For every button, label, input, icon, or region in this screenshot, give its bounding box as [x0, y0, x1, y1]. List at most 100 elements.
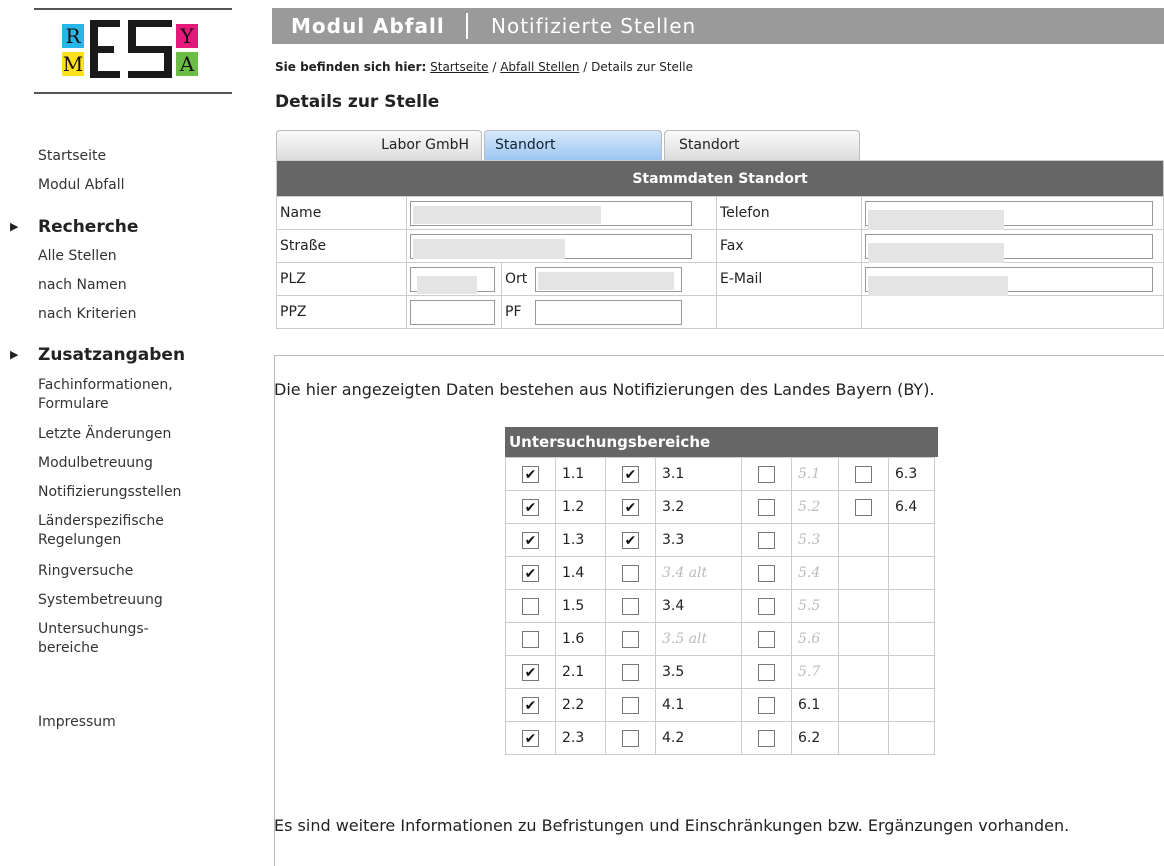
ub-checkbox[interactable]	[758, 531, 775, 549]
tab-standort[interactable]: Standort	[664, 130, 860, 160]
nav-laenderspezifische-regelungen[interactable]: Länderspezifische Regelungen	[38, 512, 164, 550]
ub-checkbox-cell	[605, 688, 656, 722]
breadcrumb-startseite[interactable]: Startseite	[430, 60, 488, 74]
ub-checkbox[interactable]	[758, 696, 775, 714]
ub-checkbox[interactable]	[758, 729, 775, 747]
ub-label: 5.4	[791, 556, 839, 590]
ub-checkbox-cell: ✔	[505, 556, 556, 590]
tab-labor-gmbh[interactable]: Labor GmbH	[276, 130, 482, 160]
ub-label: 1.1	[555, 457, 606, 491]
ub-checkbox[interactable]	[622, 597, 639, 615]
ub-checkbox-checked[interactable]: ✔	[522, 465, 539, 483]
nav-ringversuche[interactable]: Ringversuche	[38, 562, 133, 581]
ub-checkbox[interactable]	[622, 729, 639, 747]
ub-checkbox-checked[interactable]: ✔	[622, 531, 639, 549]
ub-checkbox[interactable]	[522, 597, 539, 615]
ub-label: 2.2	[555, 688, 606, 722]
resyma-logo[interactable]: R Y M A	[34, 8, 232, 94]
ub-label: 5.7	[791, 655, 839, 689]
ub-checkbox-checked[interactable]: ✔	[522, 663, 539, 681]
email-field[interactable]	[864, 266, 1153, 296]
ub-checkbox-checked[interactable]: ✔	[522, 696, 539, 714]
fax-field[interactable]	[864, 233, 1153, 263]
ub-checkbox[interactable]	[855, 498, 872, 516]
redacted-value	[867, 275, 1008, 296]
logo-e-mid	[90, 46, 114, 53]
info-footer-text: Es sind weitere Informationen zu Befrist…	[274, 816, 1070, 835]
ub-checkbox[interactable]	[758, 498, 775, 516]
ub-checkbox-checked[interactable]: ✔	[622, 465, 639, 483]
nav-alle-stellen[interactable]: Alle Stellen	[38, 247, 117, 266]
nav-zusatzangaben-heading[interactable]: ▶ Zusatzangaben	[10, 345, 185, 365]
check-icon: ✔	[524, 499, 537, 516]
nav-impressum[interactable]: Impressum	[38, 713, 116, 732]
ub-label: 5.6	[791, 622, 839, 656]
ub-checkbox[interactable]	[622, 663, 639, 681]
ub-checkbox[interactable]	[622, 696, 639, 714]
ub-checkbox-cell: ✔	[605, 490, 656, 524]
nav-notifizierungsstellen[interactable]: Notifizierungsstellen	[38, 483, 181, 502]
ub-checkbox[interactable]	[758, 564, 775, 582]
ub-checkbox[interactable]	[622, 564, 639, 582]
module-title: Modul Abfall	[291, 14, 445, 38]
ub-label: 3.1	[655, 457, 742, 491]
sidebar: R Y M A Startseite Modul Abfall ▶ Recherc…	[0, 0, 258, 866]
nav-letzte-aenderungen[interactable]: Letzte Änderungen	[38, 425, 171, 444]
ub-checkbox-checked[interactable]: ✔	[522, 729, 539, 747]
ub-checkbox-cell: ✔	[505, 721, 556, 755]
nav-systembetreuung[interactable]: Systembetreuung	[38, 591, 163, 610]
ub-checkbox[interactable]	[522, 630, 539, 648]
nav-ub-line2: bereiche	[38, 640, 99, 656]
logo-s-bottom	[128, 71, 172, 78]
ub-checkbox[interactable]	[758, 465, 775, 483]
ub-label: 6.2	[791, 721, 839, 755]
nav-nach-namen[interactable]: nach Namen	[38, 276, 127, 295]
nav-nach-kriterien[interactable]: nach Kriterien	[38, 305, 137, 324]
ub-checkbox[interactable]	[758, 597, 775, 615]
ub-label: 3.4 alt	[655, 556, 742, 590]
ub-label: 6.4	[888, 490, 935, 524]
ub-checkbox-checked[interactable]: ✔	[522, 564, 539, 582]
name-field[interactable]	[410, 200, 692, 226]
redacted-value	[538, 271, 674, 290]
ub-checkbox[interactable]	[758, 630, 775, 648]
tab-standort-active[interactable]: Standort	[484, 130, 662, 160]
nav-recherche-heading[interactable]: ▶ Recherche	[10, 217, 138, 237]
ub-row: ✔ 1.3 ✔ 3.3 5.3	[505, 523, 935, 557]
redacted-value	[417, 275, 477, 294]
ub-checkbox-cell	[605, 721, 656, 755]
breadcrumb-separator: /	[492, 60, 497, 74]
check-icon: ✔	[624, 499, 637, 516]
ub-checkbox-cell	[605, 589, 656, 623]
ub-label: 3.2	[655, 490, 742, 524]
ub-checkbox[interactable]	[758, 663, 775, 681]
ub-empty-cell	[838, 721, 889, 755]
ub-checkbox[interactable]	[622, 630, 639, 648]
plz-field[interactable]	[410, 266, 495, 294]
nav-modulbetreuung[interactable]: Modulbetreuung	[38, 454, 153, 473]
label-telefon: Telefon	[715, 196, 862, 230]
nav-startseite[interactable]: Startseite	[38, 147, 106, 166]
ub-checkbox-checked[interactable]: ✔	[522, 531, 539, 549]
ub-checkbox-checked[interactable]: ✔	[622, 498, 639, 516]
ub-row: ✔ 2.2 4.1 6.1	[505, 688, 935, 722]
ort-field[interactable]	[535, 266, 682, 292]
ub-checkbox-checked[interactable]: ✔	[522, 498, 539, 516]
nav-laender-line1: Länderspezifische	[38, 513, 164, 529]
ppz-field[interactable]	[410, 299, 495, 325]
ub-label: 6.3	[888, 457, 935, 491]
pf-field[interactable]	[535, 299, 682, 325]
telefon-field[interactable]	[864, 200, 1153, 230]
nav-modul-abfall[interactable]: Modul Abfall	[38, 176, 125, 195]
nav-fachinformationen[interactable]: Fachinformationen, Formulare	[38, 376, 173, 414]
nav-untersuchungsbereiche[interactable]: Untersuchungs- bereiche	[38, 620, 149, 658]
strasse-field[interactable]	[410, 233, 692, 259]
ub-checkbox-cell: ✔	[505, 457, 556, 491]
ub-checkbox[interactable]	[855, 465, 872, 483]
ort-cell: Ort	[501, 262, 717, 296]
ub-label: 6.1	[791, 688, 839, 722]
stammdaten-header: Stammdaten Standort	[276, 160, 1164, 197]
breadcrumb-abfall-stellen[interactable]: Abfall Stellen	[500, 60, 579, 74]
strasse-cell	[406, 229, 717, 263]
ub-empty-cell	[838, 622, 889, 656]
